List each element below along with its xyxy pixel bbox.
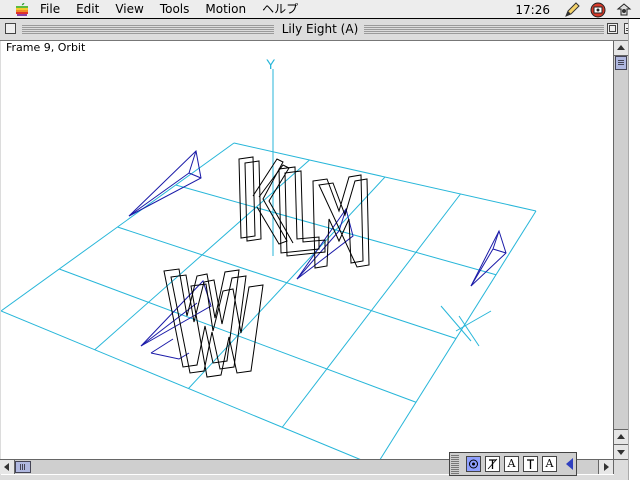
grid-line-col bbox=[375, 210, 537, 467]
text-tool-icon[interactable] bbox=[485, 456, 500, 472]
camera-right bbox=[470, 229, 507, 287]
palette-collapse-arrow[interactable] bbox=[566, 458, 573, 470]
title-bar[interactable]: Lily Eight (A) bbox=[0, 19, 640, 41]
window-title: Lily Eight (A) bbox=[275, 22, 365, 36]
scroll-left-arrow[interactable] bbox=[0, 460, 15, 474]
tool-palette[interactable]: A A bbox=[449, 452, 577, 476]
scroll-up-arrow[interactable] bbox=[614, 429, 628, 444]
frame-label: Frame 9, Orbit bbox=[6, 41, 86, 54]
menu-edit[interactable]: Edit bbox=[68, 0, 107, 19]
vertical-scroll-thumb[interactable] bbox=[615, 56, 627, 70]
scene-canvas[interactable]: Y bbox=[1, 41, 614, 475]
ground-grid bbox=[1, 142, 537, 467]
palette-drag-bar[interactable] bbox=[451, 454, 459, 474]
zoom-box[interactable] bbox=[607, 23, 618, 34]
horizontal-scroll-thumb[interactable] bbox=[15, 461, 31, 473]
scroll-right-arrow[interactable] bbox=[598, 460, 613, 474]
letter-a-tool[interactable]: A bbox=[504, 456, 519, 472]
menu-motion[interactable]: Motion bbox=[197, 0, 254, 19]
grid-line-col bbox=[281, 193, 461, 428]
menu-clock[interactable]: 17:26 bbox=[515, 3, 550, 17]
app-icon[interactable] bbox=[588, 0, 608, 19]
menu-view[interactable]: View bbox=[107, 0, 151, 19]
menu-bar: File Edit View Tools Motion ヘルプ 17:26 bbox=[0, 0, 640, 19]
menu-extras: 17:26 bbox=[515, 0, 640, 19]
scroll-up-arrow-top[interactable] bbox=[614, 41, 628, 56]
grid-line-col bbox=[188, 176, 386, 389]
vertical-scrollbar[interactable] bbox=[613, 41, 628, 459]
text-edit-icon[interactable] bbox=[523, 456, 538, 472]
scroll-down-arrow[interactable] bbox=[614, 444, 628, 459]
camera-tool-icon[interactable] bbox=[466, 456, 481, 472]
axis-marker bbox=[440, 305, 472, 342]
axis-marker bbox=[455, 310, 492, 332]
y-axis-label: Y bbox=[266, 56, 276, 72]
desktop-edge bbox=[628, 19, 640, 480]
menu-tools[interactable]: Tools bbox=[152, 0, 198, 19]
menu-file[interactable]: File bbox=[32, 0, 68, 19]
grid-line-row bbox=[1, 310, 377, 467]
letters-klm bbox=[238, 156, 370, 269]
grow-box[interactable] bbox=[613, 459, 628, 474]
finder-icon[interactable] bbox=[614, 0, 634, 19]
letter-a-outline-tool[interactable]: A bbox=[542, 456, 557, 472]
letters-ww bbox=[163, 268, 264, 378]
camera-left bbox=[128, 149, 202, 217]
apple-icon[interactable] bbox=[12, 0, 32, 19]
pencil-icon[interactable] bbox=[562, 0, 582, 19]
viewport-3d[interactable]: Frame 9, Orbit Y bbox=[1, 41, 614, 475]
menu-help[interactable]: ヘルプ bbox=[254, 0, 306, 19]
grid-line-row bbox=[59, 268, 417, 403]
document-window: Lily Eight (A) Frame 9, Orbit Y bbox=[0, 19, 640, 480]
